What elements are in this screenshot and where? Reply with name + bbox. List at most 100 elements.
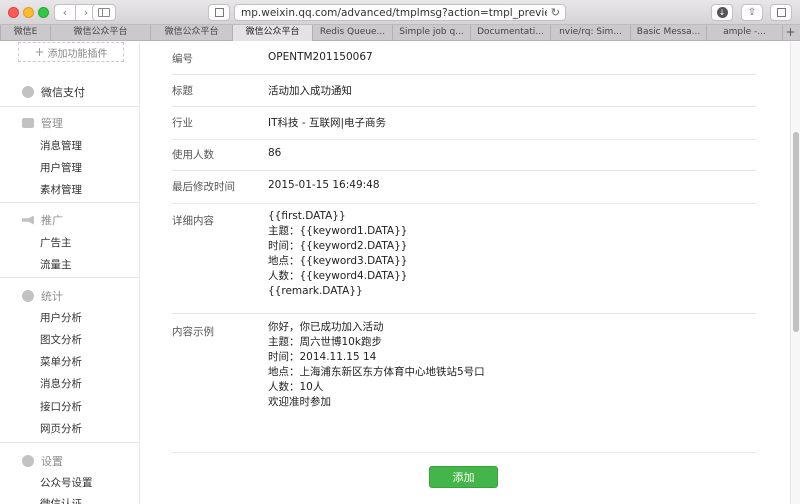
example-content: 你好，你已成功加入活动 主题：周六世博10k跑步 时间：2014.11.15 14 地… xyxy=(268,320,485,410)
sidebar-toggle-button[interactable] xyxy=(92,4,116,21)
browser-tab[interactable]: nvie/rq: Sim... xyxy=(550,25,630,41)
close-window-button[interactable] xyxy=(8,7,19,18)
menu-item-user-analysis[interactable]: 用户分析 xyxy=(40,310,82,325)
menu-item-message-manage[interactable]: 消息管理 xyxy=(40,138,82,153)
menu-section-label: 设置 xyxy=(41,455,63,468)
browser-tab[interactable]: Redis Queue... xyxy=(312,25,392,41)
megaphone-icon xyxy=(22,215,34,225)
chevron-left-icon: ‹ xyxy=(62,6,68,19)
menu-section-label: 统计 xyxy=(41,290,63,303)
example-line: 欢迎准时参加 xyxy=(268,396,331,408)
example-line: 时间：2014.11.15 14 xyxy=(268,351,377,363)
detail-line: 人数：{{keyword4.DATA}} xyxy=(268,270,408,282)
browser-tab[interactable]: ample -... xyxy=(706,25,782,41)
field-label: 最后修改时间 xyxy=(172,181,235,193)
gear-icon xyxy=(22,455,34,467)
example-line: 主题：周六世博10k跑步 xyxy=(268,336,382,348)
scrollbar-thumb[interactable] xyxy=(793,132,799,332)
left-menu: + 添加功能插件 微信支付 管理 消息管理 用户管理 素材管理 推广 广告主 流… xyxy=(0,42,140,504)
download-icon: ↓ xyxy=(716,7,728,18)
menu-item-menu-analysis[interactable]: 菜单分析 xyxy=(40,354,82,369)
menu-item-user-manage[interactable]: 用户管理 xyxy=(40,160,82,175)
field-row-example: 内容示例 你好，你已成功加入活动 主题：周六世博10k跑步 时间：2014.11.1… xyxy=(172,314,756,453)
detail-line: 时间：{{keyword2.DATA}} xyxy=(268,240,408,252)
browser-tab[interactable]: Documentati... xyxy=(470,25,550,41)
browser-tab[interactable]: Simple job q... xyxy=(392,25,470,41)
field-label: 标题 xyxy=(172,85,193,97)
example-line: 人数：10人 xyxy=(268,381,324,393)
browser-tab[interactable]: 微信E xyxy=(0,25,50,41)
menu-item-webpage-analysis[interactable]: 网页分析 xyxy=(40,421,82,436)
menu-item-material-manage[interactable]: 素材管理 xyxy=(40,182,82,197)
share-icon: ⇪ xyxy=(747,7,757,18)
page-scrollbar[interactable] xyxy=(790,42,800,504)
menu-item-account-settings[interactable]: 公众号设置 xyxy=(40,475,93,490)
detail-line: {{first.DATA}} xyxy=(268,210,346,222)
menu-item-advertiser[interactable]: 广告主 xyxy=(40,235,72,250)
add-plugin-button[interactable]: + 添加功能插件 xyxy=(18,42,124,62)
pie-chart-icon xyxy=(22,290,34,302)
url-text: mp.weixin.qq.com/advanced/tmplmsg?action… xyxy=(241,7,547,19)
example-line: 地点：上海浦东新区东方体育中心地铁站5号口 xyxy=(268,366,485,378)
browser-tab[interactable]: 微信公众平台 xyxy=(232,25,312,41)
detail-content: {{first.DATA}} 主题：{{keyword1.DATA}} 时间：{{k… xyxy=(268,209,407,299)
menu-item-api-analysis[interactable]: 接口分析 xyxy=(40,399,82,414)
plus-icon: + xyxy=(34,45,45,59)
field-row-users: 使用人数 86 xyxy=(172,140,756,171)
reader-button[interactable] xyxy=(208,4,230,21)
field-row-industry: 行业 IT科技 - 互联网|电子商务 xyxy=(172,107,756,140)
field-row-detail: 详细内容 {{first.DATA}} 主题：{{keyword1.DATA}} 时… xyxy=(172,204,756,314)
field-value: IT科技 - 互联网|电子商务 xyxy=(268,117,387,129)
add-template-button[interactable]: 添加 xyxy=(429,466,498,488)
menu-divider xyxy=(0,277,140,278)
menu-divider xyxy=(0,202,140,203)
browser-titlebar: ‹ › mp.weixin.qq.com/advanced/tmplmsg?ac… xyxy=(0,0,800,25)
sidebar-icon xyxy=(98,8,110,17)
field-label: 行业 xyxy=(172,117,193,129)
example-line: 你好，你已成功加入活动 xyxy=(268,321,384,333)
new-tab-button[interactable]: + xyxy=(782,25,798,40)
back-button[interactable]: ‹ xyxy=(54,4,76,21)
zoom-window-button[interactable] xyxy=(38,7,49,18)
field-value: 活动加入成功通知 xyxy=(268,85,352,97)
browser-tab[interactable]: 微信公众平台 xyxy=(150,25,232,41)
field-value: 86 xyxy=(268,147,282,159)
menu-section-promotion: 推广 xyxy=(22,212,63,228)
field-row-modified: 最后修改时间 2015-01-15 16:49:48 xyxy=(172,171,756,204)
menu-section-label: 推广 xyxy=(41,214,63,227)
share-button[interactable]: ⇪ xyxy=(741,4,763,21)
menu-section-settings: 设置 xyxy=(22,453,63,469)
chevron-right-icon: › xyxy=(83,6,89,19)
browser-tab[interactable]: 微信公众平台 xyxy=(50,25,150,41)
menu-item-article-analysis[interactable]: 图文分析 xyxy=(40,332,82,347)
menu-item-wechat-pay[interactable]: 微信支付 xyxy=(22,84,85,100)
browser-tab[interactable]: Basic Messa... xyxy=(630,25,706,41)
page-viewport: + 添加功能插件 微信支付 管理 消息管理 用户管理 素材管理 推广 广告主 流… xyxy=(0,42,790,504)
field-value: OPENTM201150067 xyxy=(268,51,373,63)
field-label: 内容示例 xyxy=(172,326,214,338)
field-label: 编号 xyxy=(172,53,193,65)
tabs-icon xyxy=(776,8,786,17)
minimize-window-button[interactable] xyxy=(23,7,34,18)
field-label: 详细内容 xyxy=(172,215,214,227)
menu-item-wechat-verification[interactable]: 微信认证 xyxy=(40,496,82,504)
address-bar[interactable]: mp.weixin.qq.com/advanced/tmplmsg?action… xyxy=(234,4,566,21)
menu-section-label: 管理 xyxy=(41,117,63,130)
field-label: 使用人数 xyxy=(172,149,214,161)
menu-section-manage: 管理 xyxy=(22,115,63,131)
detail-line: {{remark.DATA}} xyxy=(268,285,363,297)
menu-section-statistics: 统计 xyxy=(22,288,63,304)
field-row-id: 编号 OPENTM201150067 xyxy=(172,42,756,75)
tab-bar: 微信E 微信公众平台 微信公众平台 微信公众平台 Redis Queue... Simpl… xyxy=(0,25,800,41)
inbox-icon xyxy=(22,118,34,128)
downloads-button[interactable]: ↓ xyxy=(711,4,733,21)
add-plugin-label: 添加功能插件 xyxy=(47,48,108,60)
menu-item-label: 微信支付 xyxy=(41,86,85,99)
reload-icon[interactable]: ↻ xyxy=(551,6,560,19)
show-tabs-button[interactable] xyxy=(770,4,792,21)
menu-item-message-analysis[interactable]: 消息分析 xyxy=(40,376,82,391)
reader-icon xyxy=(214,8,224,17)
menu-item-publisher[interactable]: 流量主 xyxy=(40,257,72,272)
detail-line: 地点：{{keyword3.DATA}} xyxy=(268,255,408,267)
field-value: 2015-01-15 16:49:48 xyxy=(268,179,380,191)
